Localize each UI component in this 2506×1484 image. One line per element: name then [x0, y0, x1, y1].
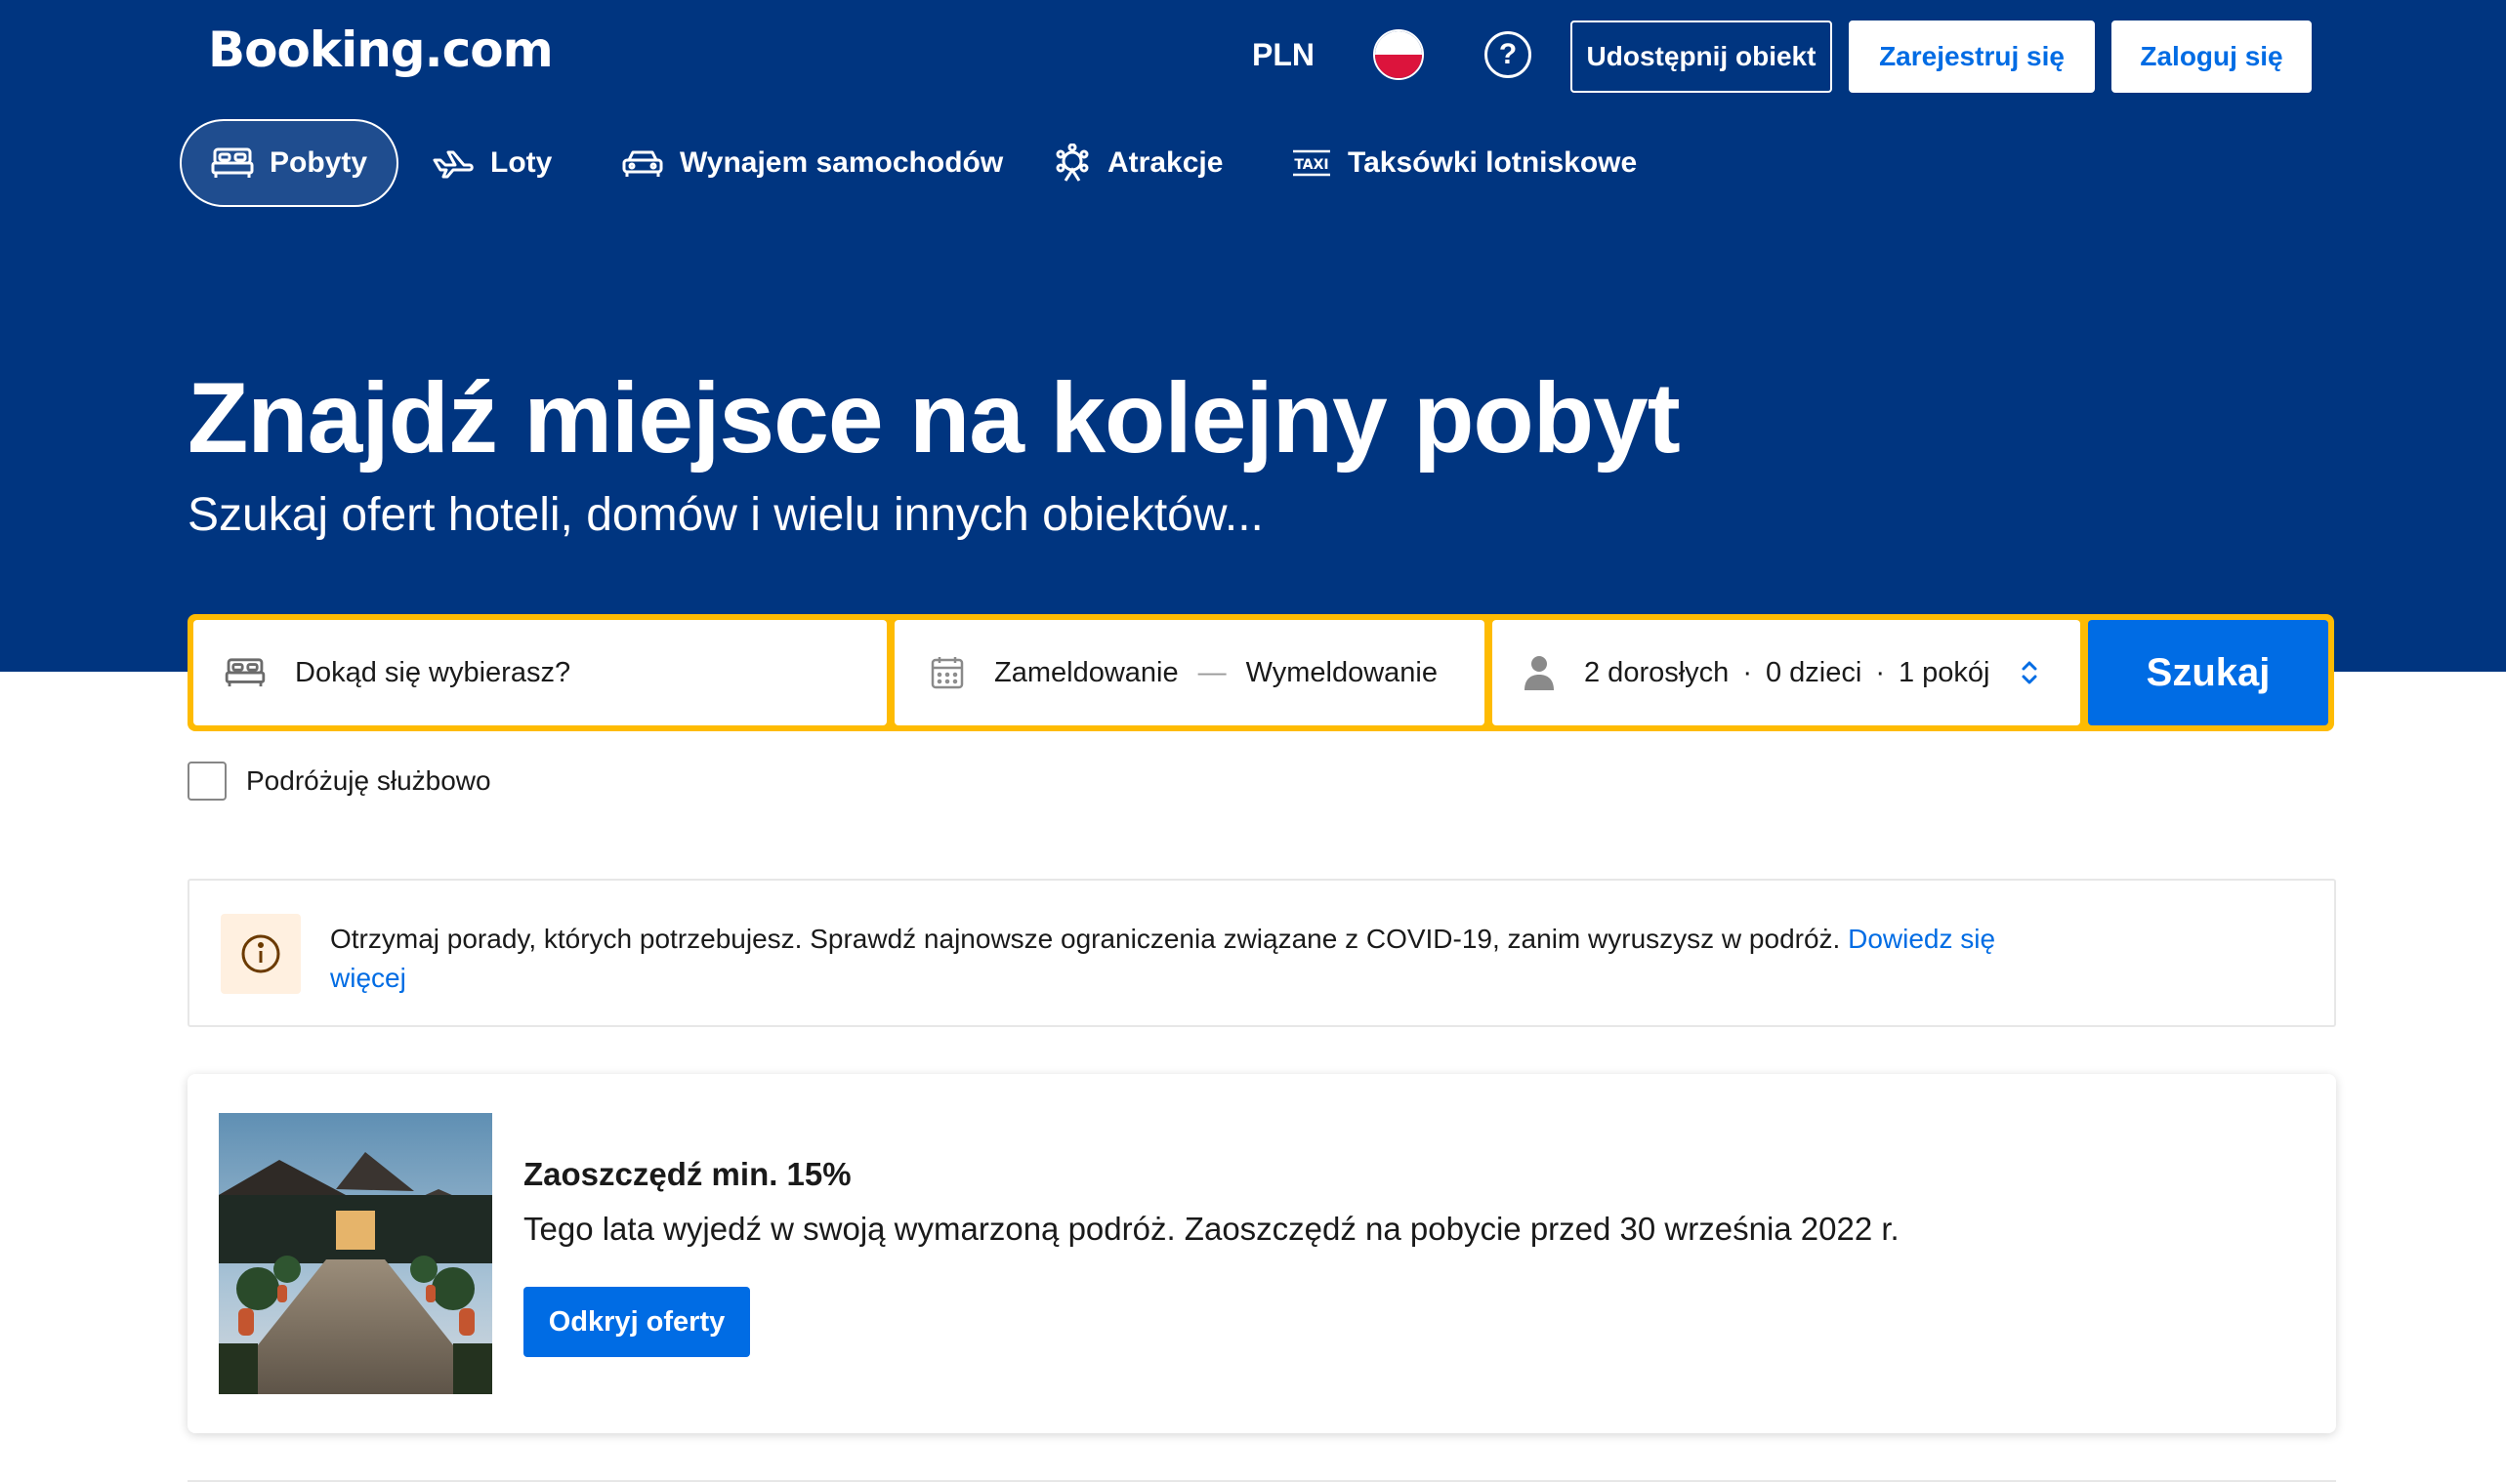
- nav-tab-label: Taksówki lotniskowe: [1348, 146, 1638, 179]
- nav-tab-airport-taxis[interactable]: TAXI Taksówki lotniskowe: [1291, 119, 1637, 207]
- svg-text:TAXI: TAXI: [1294, 157, 1328, 173]
- promo-card: Zaoszczędź min. 15% Tego lata wyjedź w s…: [188, 1074, 2336, 1433]
- hero-banner: [0, 0, 2506, 672]
- business-travel-label: Podróżuję służbowo: [246, 765, 491, 796]
- business-travel-option[interactable]: Podróżuję służbowo: [188, 762, 491, 801]
- section-divider: [188, 1480, 2336, 1482]
- help-icon[interactable]: ?: [1484, 31, 1531, 78]
- business-travel-checkbox[interactable]: [188, 762, 227, 801]
- adults-count: 2 dorosłych: [1584, 656, 1730, 688]
- attraction-icon: [1056, 144, 1089, 182]
- promo-image: [219, 1113, 492, 1394]
- nav-tab-label: Wynajem samochodów: [680, 146, 1004, 179]
- page-subtitle: Szukaj ofert hoteli, domów i wielu innyc…: [188, 489, 1264, 541]
- plane-icon: [433, 150, 474, 179]
- checkout-label: Wymeldowanie: [1245, 656, 1438, 688]
- nav-tab-label: Pobyty: [270, 146, 368, 179]
- guest-separator: ·: [1742, 656, 1752, 688]
- nav-tab-label: Loty: [490, 146, 553, 179]
- nav-tab-car-rental[interactable]: Wynajem samochodów: [621, 119, 1003, 207]
- rooms-count: 1 pokój: [1898, 656, 1990, 688]
- promo-description: Tego lata wyjedź w swoją wymarzoną podró…: [523, 1211, 1900, 1247]
- date-separator: —: [1197, 656, 1227, 688]
- taxi-icon: TAXI: [1293, 149, 1330, 177]
- person-icon: [1524, 656, 1554, 690]
- chevron-up-down-icon: [2022, 661, 2036, 684]
- language-flag-icon[interactable]: [1373, 29, 1424, 80]
- search-button[interactable]: Szukaj: [2088, 620, 2328, 725]
- page-title: Znajdź miejsce na kolejny pobyt: [188, 362, 1681, 474]
- nav-tab-attractions[interactable]: Atrakcje: [1053, 119, 1223, 207]
- covid-notice-message: Otrzymaj porady, których potrzebujesz. S…: [330, 924, 1841, 954]
- nav-tab-stays[interactable]: Pobyty: [180, 119, 399, 207]
- bed-icon: [225, 658, 266, 687]
- covid-notice-text: Otrzymaj porady, których potrzebujesz. S…: [330, 920, 2010, 998]
- car-icon: [622, 150, 663, 177]
- info-icon: [221, 914, 301, 994]
- children-count: 0 dzieci: [1765, 656, 1862, 688]
- destination-field[interactable]: Dokąd się wybierasz?: [193, 620, 887, 725]
- search-bar: Dokąd się wybierasz? Zameldowanie — Wyme…: [188, 614, 2334, 731]
- list-property-button[interactable]: Udostępnij obiekt: [1570, 21, 1832, 93]
- checkin-label: Zameldowanie: [994, 656, 1179, 688]
- discover-deals-button[interactable]: Odkryj oferty: [523, 1287, 750, 1357]
- dates-field[interactable]: Zameldowanie — Wymeldowanie: [895, 620, 1484, 725]
- currency-selector[interactable]: PLN: [1252, 37, 1315, 73]
- nav-tab-label: Atrakcje: [1107, 146, 1224, 179]
- nav-tab-flights[interactable]: Loty: [432, 119, 552, 207]
- booking-logo[interactable]: Booking.com: [208, 21, 554, 78]
- register-button[interactable]: Zarejestruj się: [1849, 21, 2095, 93]
- promo-title: Zaoszczędź min. 15%: [523, 1156, 852, 1192]
- covid-notice: Otrzymaj porady, których potrzebujesz. S…: [188, 879, 2336, 1027]
- guest-separator: ·: [1875, 656, 1885, 688]
- guests-field[interactable]: 2 dorosłych · 0 dzieci · 1 pokój: [1492, 620, 2080, 725]
- bed-icon: [211, 147, 254, 178]
- login-button[interactable]: Zaloguj się: [2111, 21, 2312, 93]
- destination-placeholder: Dokąd się wybierasz?: [295, 656, 571, 688]
- calendar-icon: [931, 657, 964, 689]
